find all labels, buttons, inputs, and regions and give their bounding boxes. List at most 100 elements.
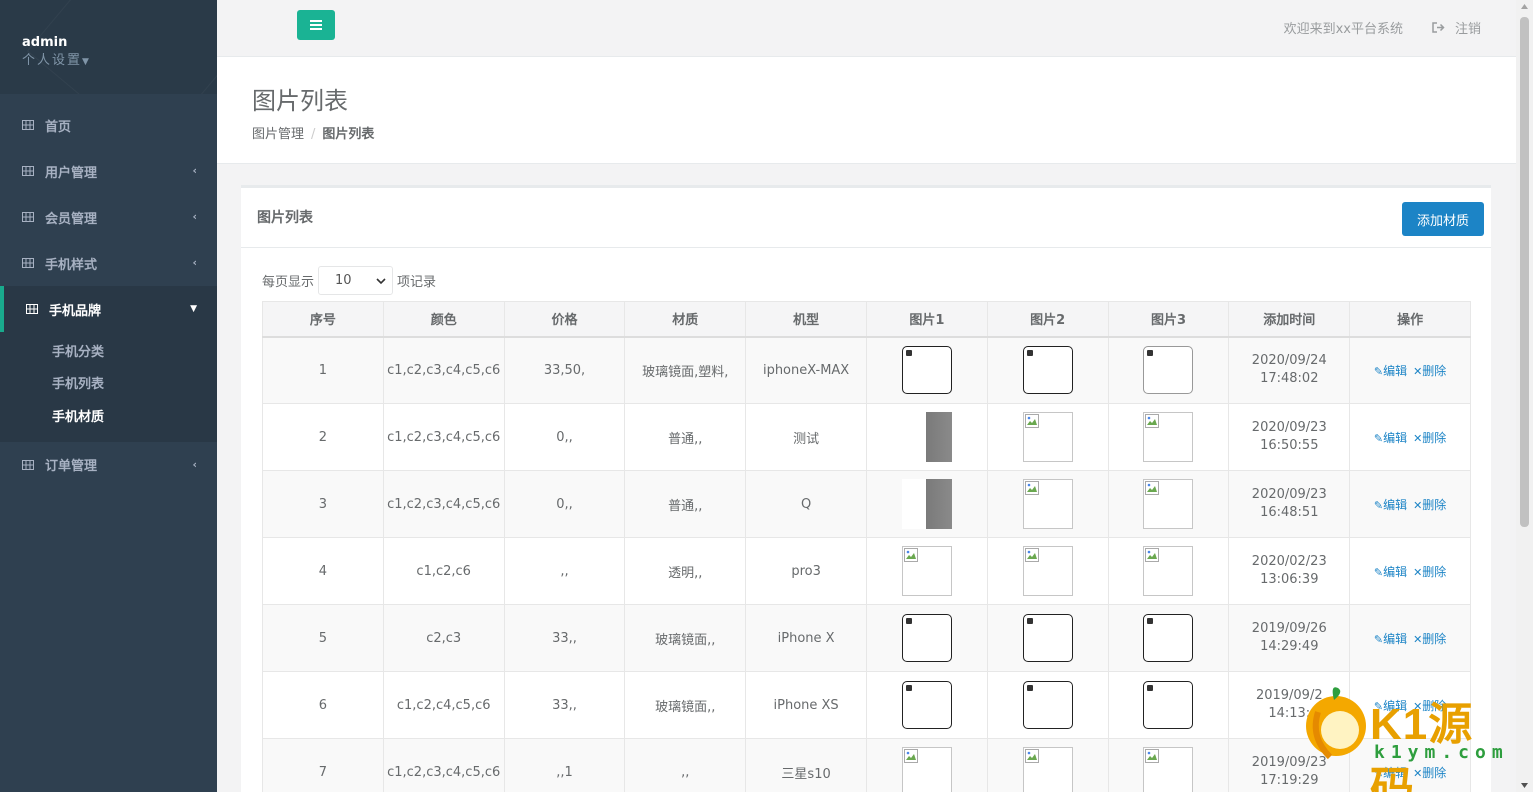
menu-toggle-button[interactable]: [297, 10, 335, 40]
scrollbar-thumb[interactable]: [1520, 17, 1529, 527]
table-row: 1 c1,c2,c3,c4,c5,c6 33,50, 玻璃镜面,塑料, iphoneX-…: [262, 336, 1471, 404]
cell-image: [865, 604, 988, 672]
delete-link[interactable]: ✕删除: [1413, 364, 1446, 378]
delete-label: 删除: [1422, 564, 1447, 579]
column-header[interactable]: 图片2: [986, 301, 1109, 338]
image-table: 序号 颜色 价格 材质 机型 图片1 图片2 图片3 添加时间 操作 1 c1,c…: [262, 301, 1471, 792]
personal-settings-label: 个人设置: [22, 53, 83, 68]
phone-case-thumbnail: [1022, 346, 1073, 395]
delete-link[interactable]: ✕删除: [1413, 565, 1446, 579]
username: admin: [22, 35, 68, 50]
close-icon: ✕: [1413, 565, 1423, 579]
edit-link[interactable]: ✎编辑: [1374, 364, 1407, 378]
delete-link[interactable]: ✕删除: [1413, 632, 1446, 646]
sidebar-item-phone-style[interactable]: 手机样式 ‹: [0, 240, 217, 286]
edit-link[interactable]: ✎编辑: [1374, 431, 1407, 445]
cell-added-time: 2020/09/24 17:48:02: [1228, 336, 1351, 404]
cell-price: 0,,: [503, 403, 626, 471]
watermark-emblem: [1306, 687, 1366, 760]
table-header-row: 序号 颜色 价格 材质 机型 图片1 图片2 图片3 添加时间 操作: [262, 301, 1471, 338]
grid-icon: [22, 459, 34, 470]
cell-added-time: 2020/09/23 16:48:51: [1228, 470, 1351, 538]
added-time: 16:48:51: [1260, 505, 1319, 520]
broken-image-icon: [1143, 747, 1194, 792]
phone-case-thumbnail: [901, 681, 952, 729]
broken-image-icon: [1024, 414, 1039, 428]
sidebar-item-member-management[interactable]: 会员管理 ‹: [0, 194, 217, 240]
scroll-down-icon[interactable]: [1521, 783, 1528, 788]
cell-id: 6: [262, 671, 384, 739]
page-scrollbar[interactable]: [1516, 0, 1533, 792]
phone-case-thumbnail: [1143, 614, 1194, 662]
column-header[interactable]: 图片3: [1107, 301, 1230, 338]
page-length-select[interactable]: 10: [318, 266, 394, 295]
grid-icon: [22, 120, 34, 130]
added-date: 2020/09/23: [1251, 487, 1327, 502]
delete-label: 删除: [1422, 497, 1447, 512]
camera-cutout: [905, 618, 912, 624]
column-header[interactable]: 材质: [624, 301, 747, 338]
cell-model: pro3: [745, 537, 867, 605]
breadcrumb: 图片管理 / 图片列表: [252, 123, 1517, 142]
panel-title: 图片列表: [257, 210, 313, 226]
cell-image: [865, 671, 988, 739]
edit-link[interactable]: ✎编辑: [1374, 632, 1407, 646]
cell-image: [1107, 671, 1230, 739]
add-material-button[interactable]: 添加材质: [1402, 202, 1484, 236]
cell-price: ,,: [503, 537, 626, 605]
broken-image-icon: [1022, 546, 1073, 596]
column-header[interactable]: 颜色: [382, 301, 505, 338]
cell-color: c2,c3: [382, 604, 505, 672]
delete-link[interactable]: ✕删除: [1413, 498, 1446, 512]
broken-image-icon: [1024, 749, 1039, 763]
column-header[interactable]: 图片1: [865, 301, 988, 338]
camera-cutout: [1026, 618, 1033, 624]
page-heading: 图片列表 图片管理 / 图片列表: [217, 57, 1517, 164]
sidebar-item-phone-brand[interactable]: 手机品牌 ▼: [0, 286, 217, 332]
column-header[interactable]: 添加时间: [1228, 301, 1351, 338]
sidebar-item-order-management[interactable]: 订单管理 ‹: [0, 442, 217, 488]
cell-color: c1,c2,c3,c4,c5,c6: [382, 403, 505, 471]
chevron-down-icon: [376, 278, 386, 285]
delete-link[interactable]: ✕删除: [1413, 431, 1446, 445]
breadcrumb-link-image-management[interactable]: 图片管理: [252, 127, 304, 142]
cell-model: Q: [745, 470, 867, 538]
broken-image-icon: [903, 749, 918, 763]
cell-color: c1,c2,c3,c4,c5,c6: [382, 336, 505, 404]
personal-settings-dropdown[interactable]: 个人设置▼: [22, 52, 217, 71]
column-header[interactable]: 价格: [503, 301, 626, 338]
submenu-item-phone-material[interactable]: 手机材质: [0, 399, 217, 432]
column-header[interactable]: 机型: [745, 301, 867, 338]
edit-link[interactable]: ✎编辑: [1374, 498, 1407, 512]
cell-model: 测试: [745, 403, 867, 471]
panel-header: 图片列表 添加材质: [241, 188, 1491, 248]
cell-actions: ✎编辑 ✕删除: [1349, 537, 1471, 605]
submenu-item-phone-category[interactable]: 手机分类: [0, 334, 217, 367]
scroll-up-icon[interactable]: [1521, 4, 1528, 9]
sidebar-item-user-management[interactable]: 用户管理 ‹: [0, 148, 217, 194]
close-icon: ✕: [1413, 632, 1423, 646]
cell-image: [865, 738, 988, 792]
cell-actions: ✎编辑 ✕删除: [1349, 470, 1471, 538]
broken-image-icon: [1145, 414, 1160, 428]
column-header[interactable]: 序号: [262, 301, 384, 338]
broken-image-icon: [1024, 548, 1039, 562]
camera-cutout: [905, 350, 912, 357]
submenu-item-phone-list[interactable]: 手机列表: [0, 367, 217, 400]
sidebar-item-home[interactable]: 首页: [0, 102, 217, 148]
edit-link[interactable]: ✎编辑: [1374, 565, 1407, 579]
cell-added-time: 2020/09/23 16:50:55: [1228, 403, 1351, 471]
cell-image: [865, 336, 988, 404]
cell-model: iphoneX-MAX: [745, 336, 867, 404]
cell-actions: ✎编辑 ✕删除: [1349, 604, 1471, 672]
cell-image: [865, 470, 988, 538]
cell-image: [1107, 604, 1230, 672]
breadcrumb-separator: /: [311, 127, 316, 142]
sign-out-icon: [1432, 22, 1445, 33]
cell-id: 3: [262, 470, 384, 538]
sidebar-item-label: 订单管理: [45, 459, 98, 474]
broken-image-icon: [1022, 479, 1073, 529]
logout-button[interactable]: 注销: [1432, 18, 1481, 37]
sidebar-item-label: 手机品牌: [49, 303, 102, 319]
column-header[interactable]: 操作: [1349, 301, 1471, 338]
